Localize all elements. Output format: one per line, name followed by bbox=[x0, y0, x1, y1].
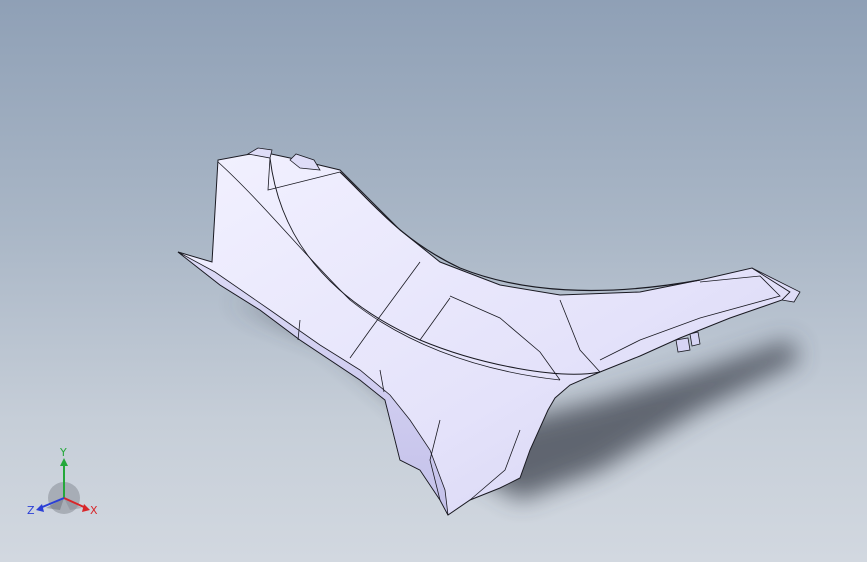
fender-3d-model[interactable] bbox=[0, 0, 867, 562]
under-tab-2 bbox=[689, 331, 701, 347]
x-axis-label: X bbox=[90, 504, 98, 517]
graphics-viewport[interactable]: Y X Z bbox=[0, 0, 867, 562]
y-axis-label: Y bbox=[60, 446, 67, 459]
view-orientation-triad[interactable]: Y X Z bbox=[24, 446, 104, 522]
z-axis-label: Z bbox=[27, 504, 35, 517]
under-tab-1 bbox=[675, 337, 691, 353]
